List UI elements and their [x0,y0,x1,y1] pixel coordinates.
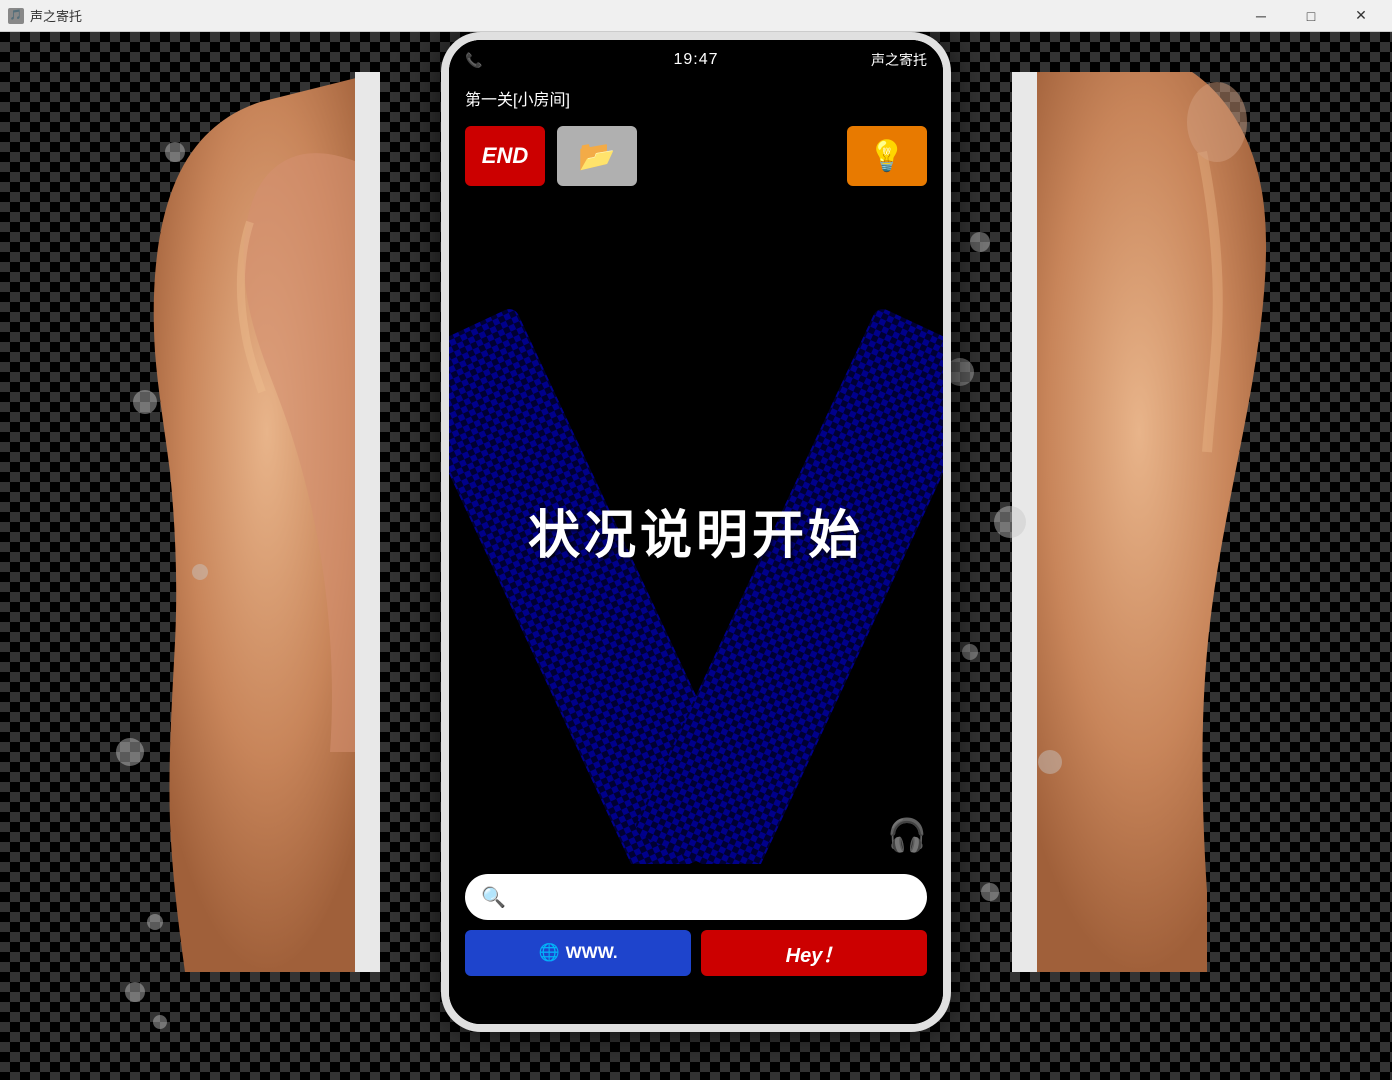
status-bar: 📞 19:47 声之寄托 [449,40,943,80]
main-text: 状况说明开始 [528,493,864,568]
window-controls: ─ □ ✕ [1238,0,1384,32]
search-icon: 🔍 [481,885,506,910]
folder-icon: 📂 [578,139,615,174]
button-row: 🌐 WWW. Hey！ [465,930,927,976]
hey-button[interactable]: Hey！ [701,930,927,976]
window-title: 声之寄托 [30,6,1238,25]
lightbulb-icon: 💡 [868,139,905,174]
minimize-button[interactable]: ─ [1238,0,1284,32]
www-label: WWW. [566,943,618,963]
level-bar: 第一关[小房间] [449,80,943,116]
search-input[interactable] [514,888,911,906]
globe-icon: 🌐 [538,943,559,963]
app-name-status: 声之寄托 [719,50,927,70]
bottom-area: 🔍 🌐 WWW. Hey！ [449,864,943,1024]
status-bar-left: 📞 [465,52,673,69]
phone-frame: 📞 19:47 声之寄托 第一关[小房间] END 📂 💡 [441,32,951,1032]
content-area: 状况说明开始 🎧 [449,196,943,864]
toolbar: END 📂 💡 [449,116,943,196]
phone-screen: 📞 19:47 声之寄托 第一关[小房间] END 📂 💡 [449,40,943,1024]
titlebar: 🎵 声之寄托 ─ □ ✕ [0,0,1392,32]
call-icon: 📞 [465,52,482,69]
level-text: 第一关[小房间] [465,86,570,110]
folder-button[interactable]: 📂 [557,126,637,186]
clock: 19:47 [673,51,718,69]
search-bar[interactable]: 🔍 [465,874,927,920]
headset-icon: 🎧 [887,816,927,854]
www-button[interactable]: 🌐 WWW. [465,930,691,976]
app-icon: 🎵 [8,8,24,24]
maximize-button[interactable]: □ [1288,0,1334,32]
close-button[interactable]: ✕ [1338,0,1384,32]
end-button[interactable]: END [465,126,545,186]
hint-button[interactable]: 💡 [847,126,927,186]
